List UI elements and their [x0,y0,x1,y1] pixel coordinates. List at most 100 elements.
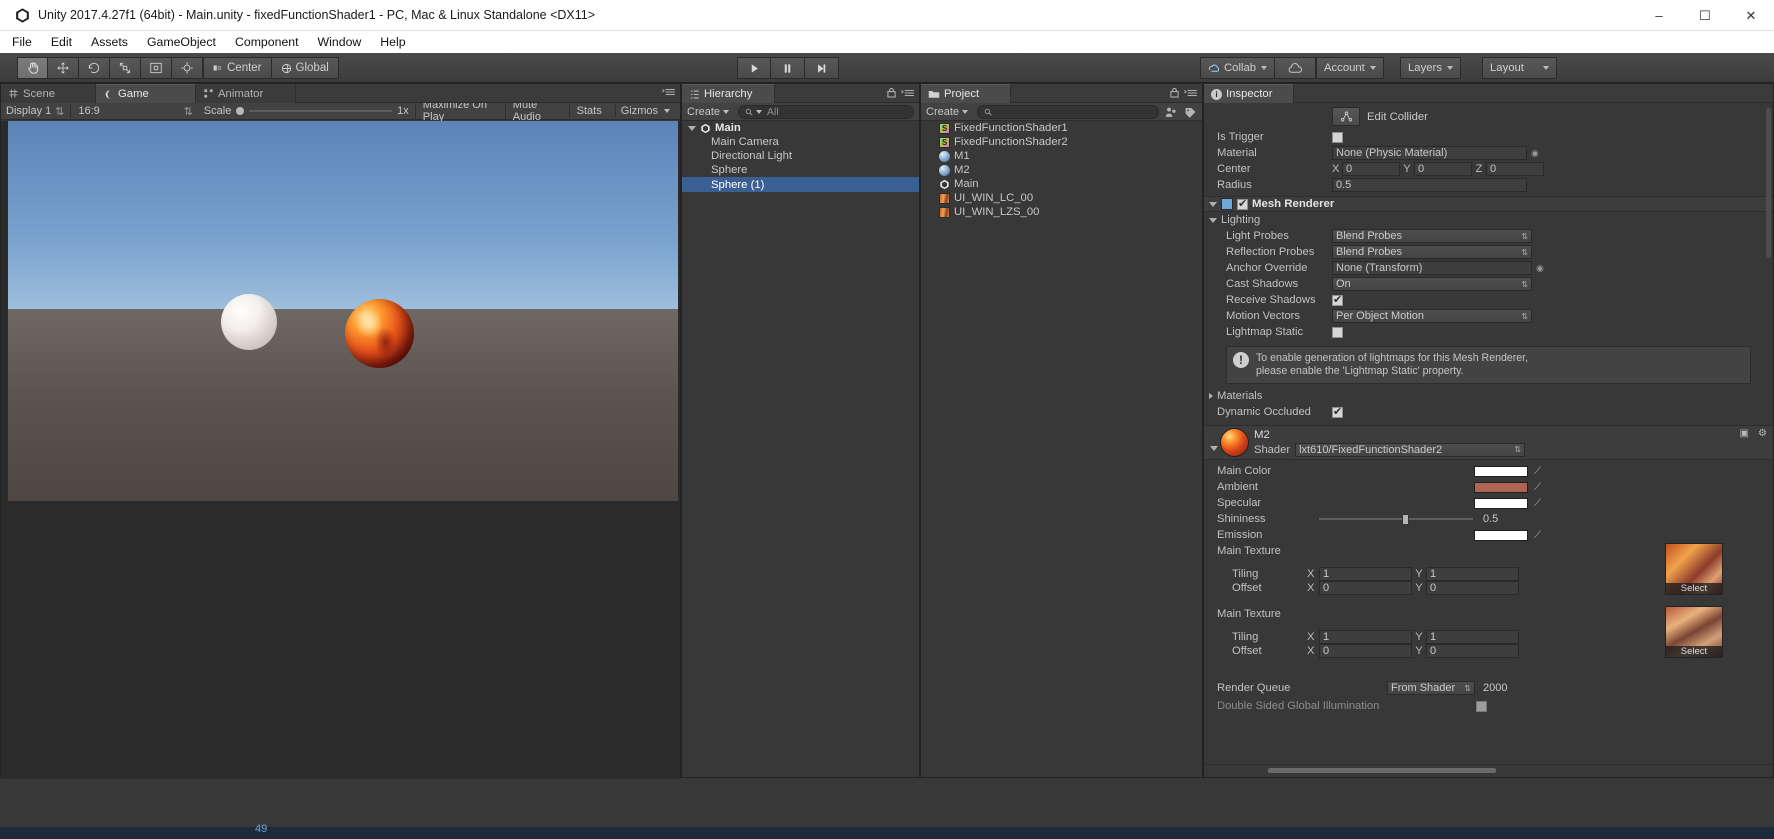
scale-slider-track[interactable] [249,110,393,112]
maximize-button[interactable]: ☐ [1682,0,1728,31]
mesh-renderer-header[interactable]: Mesh Renderer [1204,196,1773,212]
material-preset-icon[interactable]: ▣ [1740,428,1749,439]
inspector-scrollbar[interactable] [1766,108,1771,258]
dynamic-occluded-checkbox[interactable] [1332,405,1343,418]
cloud-button[interactable] [1274,57,1316,79]
eyedropper-icon[interactable]: ⟋ [1534,498,1541,509]
hand-tool-button[interactable] [17,57,48,79]
render-queue-value[interactable]: 2000 [1480,681,1540,695]
project-item-ui-win-lc-00[interactable]: UI_WIN_LC_00 [921,191,1202,205]
center-z-field[interactable]: 0 [1486,162,1544,176]
object-picker-icon[interactable]: ◉ [1536,263,1544,274]
project-item-m1[interactable]: M1 [921,149,1202,163]
step-button[interactable] [805,57,839,79]
eyedropper-icon[interactable]: ⟋ [1534,466,1541,477]
hierarchy-item-main-camera[interactable]: Main Camera [682,135,919,149]
project-item-m2[interactable]: M2 [921,163,1202,177]
project-item-fixedfunctionshader2[interactable]: S FixedFunctionShader2 [921,135,1202,149]
edit-collider-button[interactable] [1332,107,1360,126]
eyedropper-icon[interactable]: ⟋ [1534,530,1541,541]
project-item-ui-win-lzs-00[interactable]: UI_WIN_LZS_00 [921,205,1202,219]
scale-slider-handle[interactable] [236,107,245,115]
hierarchy-search-input[interactable]: All [738,104,914,119]
hierarchy-item-directional-light[interactable]: Directional Light [682,149,919,163]
hierarchy-item-sphere[interactable]: Sphere [682,163,919,177]
shader-dropdown[interactable]: lxt610/FixedFunctionShader2 ⇅ [1295,442,1526,457]
play-button[interactable] [737,57,771,79]
hierarchy-item-main[interactable]: Main [682,121,919,135]
scale-tool-button[interactable] [110,57,141,79]
rotate-tool-button[interactable] [79,57,110,79]
expand-arrow-icon[interactable] [1210,446,1218,451]
close-button[interactable]: ✕ [1728,0,1774,31]
display-dropdown[interactable]: Display 1 ⇅ [6,105,64,118]
main-texture-select-2[interactable]: Select [1666,646,1722,657]
tab-game[interactable]: Game [96,84,196,103]
offset-y-field-1[interactable]: 0 [1426,581,1519,595]
label-filter-icon[interactable] [1184,106,1197,118]
lock-icon[interactable] [1170,87,1179,98]
stats-toggle[interactable]: Stats [568,105,609,117]
anchor-override-field[interactable]: None (Transform) [1332,261,1532,275]
cast-shadows-dropdown[interactable]: On ⇅ [1332,277,1532,291]
is-trigger-checkbox[interactable] [1332,131,1343,143]
preview-resize-handle[interactable] [1268,768,1496,773]
rect-tool-button[interactable] [141,57,172,79]
physic-material-field[interactable]: None (Physic Material) [1332,146,1527,160]
layout-button[interactable]: Layout [1482,57,1557,79]
move-tool-button[interactable] [48,57,79,79]
emission-swatch[interactable] [1474,529,1528,541]
shininess-slider-track[interactable] [1319,518,1473,520]
materials-section-header[interactable]: Materials [1204,388,1773,404]
main-color-swatch[interactable] [1474,465,1528,477]
tab-project[interactable]: Project [921,84,1011,103]
specular-swatch[interactable] [1474,497,1528,509]
menu-item-window[interactable]: Window [318,35,362,49]
tiling-x-field-2[interactable]: 1 [1319,630,1412,644]
hierarchy-menu-icon[interactable] [901,88,915,98]
receive-shadows-checkbox[interactable] [1332,293,1343,306]
project-item-main[interactable]: Main [921,177,1202,191]
tab-animator[interactable]: Animator [196,84,296,103]
transform-tool-button[interactable] [172,57,203,79]
lightmap-static-checkbox[interactable] [1332,326,1343,338]
pivot-mode-button[interactable]: Center [203,57,272,79]
space-mode-button[interactable]: Global [271,57,339,79]
account-button[interactable]: Account [1316,57,1384,79]
main-texture-preview-2[interactable]: Select [1665,606,1723,658]
menu-item-assets[interactable]: Assets [91,35,128,49]
ambient-swatch[interactable] [1474,481,1528,493]
light-probes-dropdown[interactable]: Blend Probes ⇅ [1332,229,1532,243]
offset-y-field-2[interactable]: 0 [1426,644,1519,658]
minimize-button[interactable]: – [1636,0,1682,31]
layers-button[interactable]: Layers [1400,57,1461,79]
menu-item-edit[interactable]: Edit [51,35,72,49]
gear-icon[interactable]: ⚙ [1758,428,1767,439]
offset-x-field-1[interactable]: 0 [1319,581,1412,595]
project-search-input[interactable] [977,104,1159,119]
game-view-menu[interactable] [662,87,676,97]
offset-x-field-2[interactable]: 0 [1319,644,1412,658]
main-texture-select-1[interactable]: Select [1666,583,1722,594]
tab-hierarchy[interactable]: Hierarchy [682,84,775,103]
tiling-y-field-1[interactable]: 1 [1426,567,1519,581]
expand-arrow-icon[interactable] [688,125,696,131]
tiling-x-field-1[interactable]: 1 [1319,567,1412,581]
collab-button[interactable]: Collab [1200,57,1276,79]
avatar-filter-icon[interactable] [1165,106,1178,118]
lighting-section-header[interactable]: Lighting [1204,212,1773,228]
shininess-slider-handle[interactable] [1402,513,1410,525]
mesh-renderer-enabled-checkbox[interactable] [1237,197,1248,210]
tab-inspector[interactable]: i Inspector [1204,84,1294,103]
tab-scene[interactable]: Scene [1,84,96,103]
center-y-field[interactable]: 0 [1414,162,1472,176]
tiling-y-field-2[interactable]: 1 [1426,630,1519,644]
menu-item-file[interactable]: File [12,35,32,49]
eyedropper-icon[interactable]: ⟋ [1534,482,1541,493]
shininess-value[interactable]: 0.5 [1480,512,1524,526]
expand-arrow-icon[interactable] [1209,201,1217,207]
hierarchy-item-sphere-1[interactable]: Sphere (1) [682,177,919,192]
project-menu-icon[interactable] [1184,88,1198,98]
render-queue-dropdown[interactable]: From Shader ⇅ [1387,681,1475,695]
motion-vectors-dropdown[interactable]: Per Object Motion ⇅ [1332,309,1532,323]
